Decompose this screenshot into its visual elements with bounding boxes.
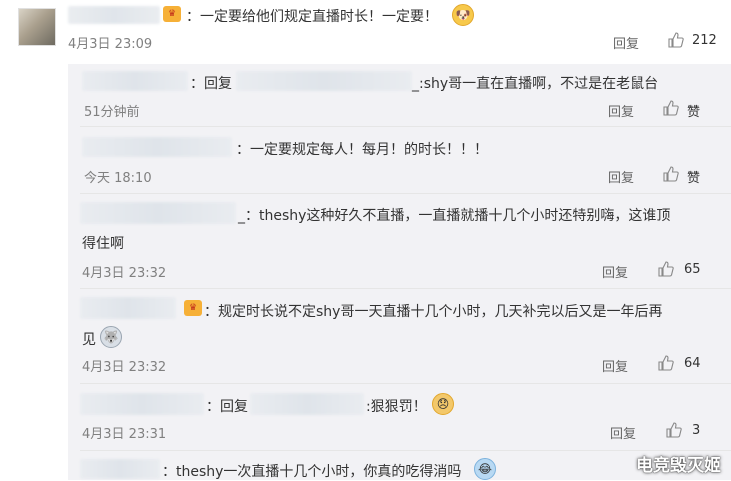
reply-time: 4月3日 23:31 [82,427,167,442]
comment-time: 4月3日 23:09 [68,37,153,52]
vip-crown-icon: ♛ [163,6,181,22]
doge-emoji-icon: 🐶 [452,4,474,26]
like-thumb-icon[interactable] [668,32,684,48]
comment-text: ：一定要给他们规定直播时长！一定要！ [186,9,438,25]
like-count: 64 [684,356,701,371]
like-count: 65 [684,262,701,277]
reply-button[interactable]: 回复 [602,262,628,281]
mention-redacted[interactable] [236,71,412,91]
like-count: 212 [692,33,717,48]
reply-button[interactable]: 回复 [608,101,634,120]
husky-emoji-icon: 🐺 [100,326,122,348]
laugh-cry-emoji-icon: 😂 [474,458,496,480]
divider [80,450,731,451]
reply-prefix: ：回复 [206,399,248,415]
divider [80,193,731,194]
reply-time: 今天 18:10 [84,171,152,186]
reply-button[interactable]: 回复 [608,167,634,186]
vip-crown-icon: ♛ [184,300,202,316]
reply-button[interactable]: 回复 [610,423,636,442]
like-count: 3 [692,423,701,438]
divider [80,126,731,127]
reply-time: 4月3日 23:32 [82,266,167,281]
like-thumb-icon[interactable] [663,100,679,116]
reply-text-line2: 见 [82,332,96,348]
username-redacted[interactable] [80,297,176,319]
username-redacted[interactable] [80,202,236,224]
reply-button[interactable]: 回复 [602,356,628,375]
reply-text: _:shy哥一直在直播啊，不过是在老鼠台 [412,76,659,92]
divider [80,288,731,289]
reply-text: :狠狠罚！ [366,399,427,415]
watermark: 电竞毁灭姬 [636,456,721,476]
username-redacted[interactable] [68,6,160,24]
reply-text-line1: ：规定时长说不定shy哥一天直播十几个小时，几天补完以后又是一年后再 [204,304,663,320]
reply-time: 4月3日 23:32 [82,360,167,375]
reply-time: 51分钟前 [84,105,140,120]
like-count: 赞 [687,171,701,186]
username-redacted[interactable] [82,71,188,91]
like-thumb-icon[interactable] [663,166,679,182]
reply-text-line2: 得住啊 [82,236,124,252]
like-count: 赞 [687,105,701,120]
like-thumb-icon[interactable] [658,261,674,277]
divider [80,383,731,384]
like-thumb-icon[interactable] [658,355,674,371]
username-redacted[interactable] [80,393,204,415]
mention-redacted[interactable] [250,393,364,415]
reply-text: ：一定要规定每人！每月！的时长！！！ [236,142,488,158]
reply-button[interactable]: 回复 [613,33,639,52]
reply-text: ：theshy一次直播十几个小时，你真的吃得消吗 [162,464,462,480]
username-redacted[interactable] [82,137,232,157]
reply-prefix: ：回复 [190,76,232,92]
username-redacted[interactable] [80,459,160,479]
sad-emoji-icon: 😞 [432,393,454,415]
reply-text-line1: _：theshy这种好久不直播，一直播就播十几个小时还特别嗨，这谁顶 [238,208,671,224]
like-thumb-icon[interactable] [666,422,682,438]
avatar[interactable] [18,8,56,46]
